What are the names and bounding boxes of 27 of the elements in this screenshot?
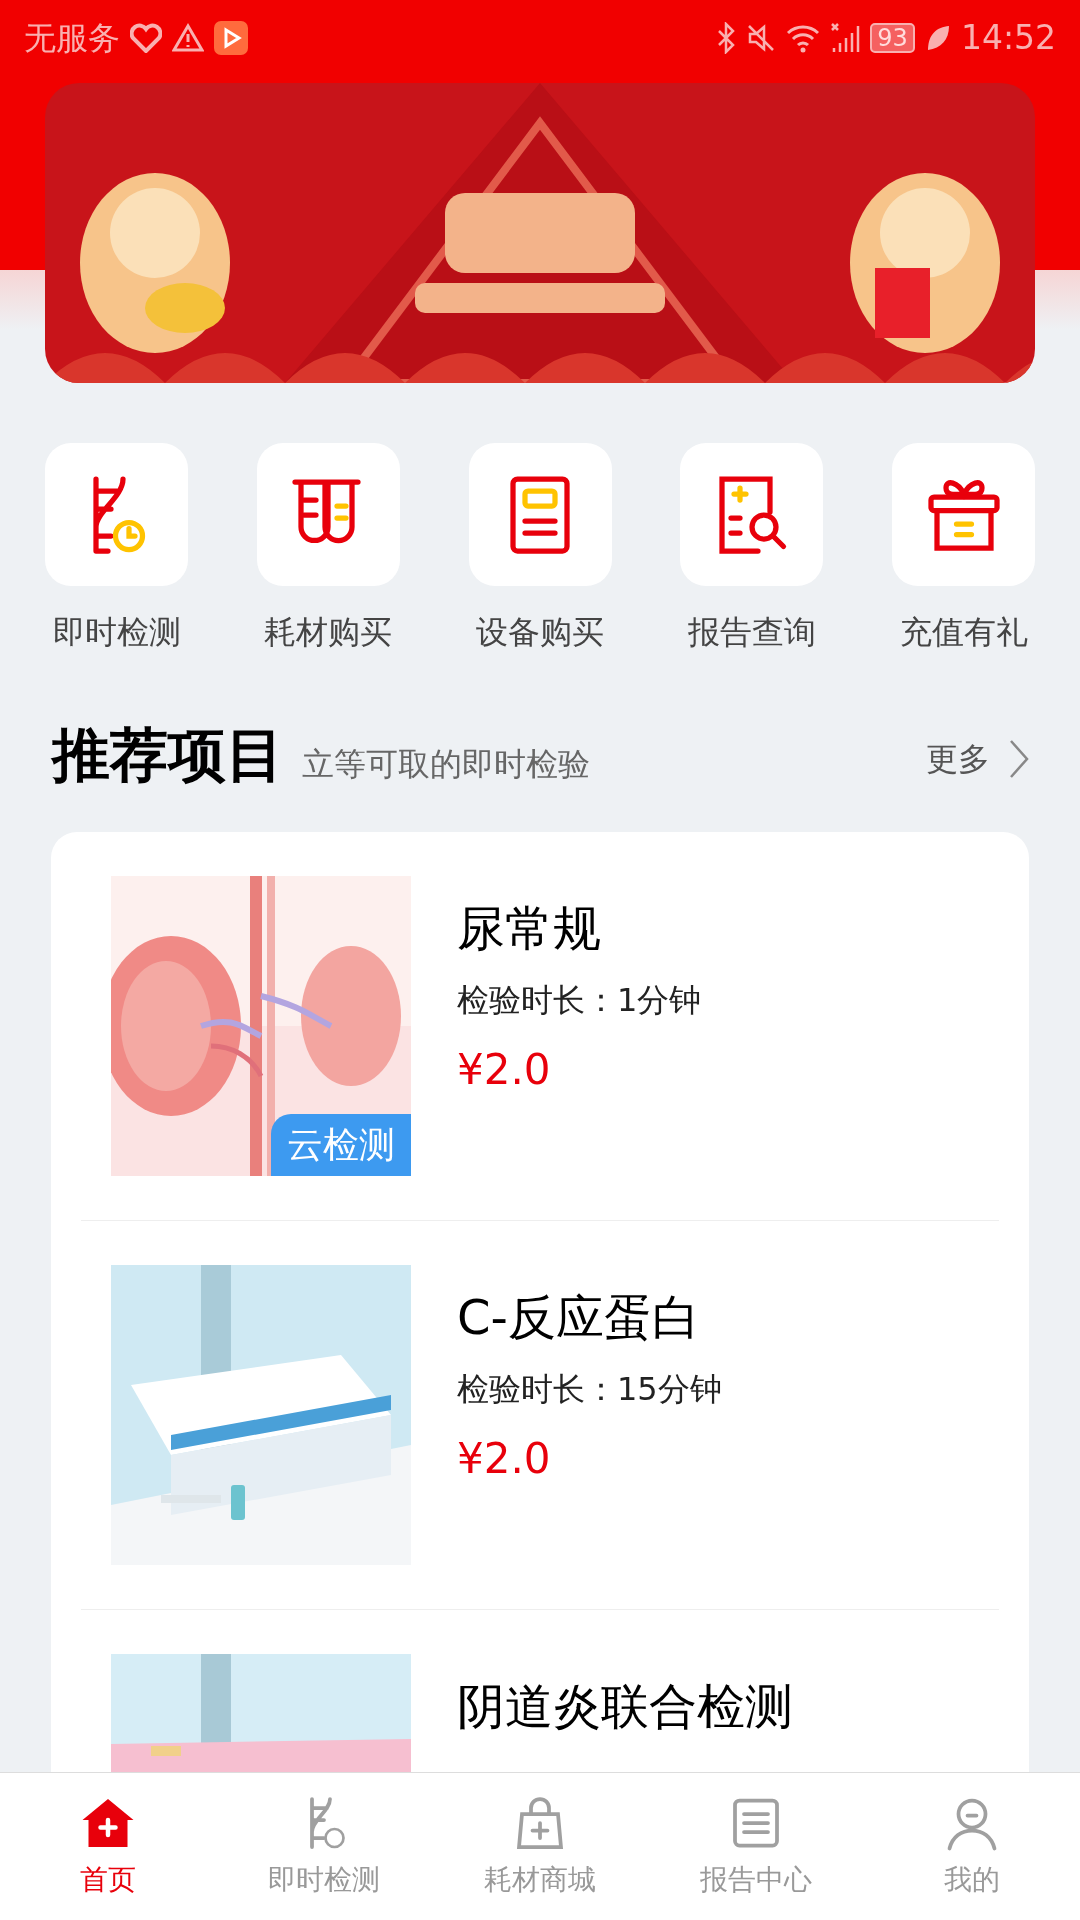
section-subtitle: 立等可取的即时检验 <box>302 748 590 784</box>
heart-icon <box>130 23 162 53</box>
cloud-test-tag: 云检测 <box>271 1114 411 1176</box>
product-title: C-反应蛋白 <box>457 1288 701 1347</box>
more-link[interactable]: 更多 <box>926 738 1030 784</box>
product-title: 尿常规 <box>457 899 602 958</box>
battery-indicator: 93 <box>870 23 915 53</box>
product-price: ¥2.0 <box>457 1044 552 1096</box>
shortcut-button[interactable]: 设备购买 <box>468 443 612 656</box>
shortcut-button[interactable]: 耗材购买 <box>256 443 400 656</box>
clock-text: 14:52 <box>960 17 1056 60</box>
tab-item[interactable]: 首页 <box>18 1792 198 1901</box>
chevron-right-icon <box>1008 738 1030 780</box>
shortcut-button[interactable]: 报告查询 <box>680 443 824 656</box>
wifi-icon <box>786 23 821 53</box>
product-title: 阴道炎联合检测 <box>457 1677 793 1736</box>
shortcut-button[interactable]: 即时检测 <box>45 443 188 656</box>
product-price: ¥2.0 <box>457 1433 552 1485</box>
signal-icon <box>830 22 861 54</box>
carrier-text: 无服务 <box>24 18 120 59</box>
warning-icon <box>172 23 204 53</box>
section-title: 推荐项目 <box>52 726 284 784</box>
bluetooth-icon <box>716 22 737 54</box>
play-app-icon <box>214 21 248 55</box>
shortcut-button[interactable]: 充值有礼 <box>892 443 1035 656</box>
test-duration: 检验时长：15分钟 <box>457 1369 722 1410</box>
test-duration: 检验时长：1分钟 <box>457 980 702 1021</box>
